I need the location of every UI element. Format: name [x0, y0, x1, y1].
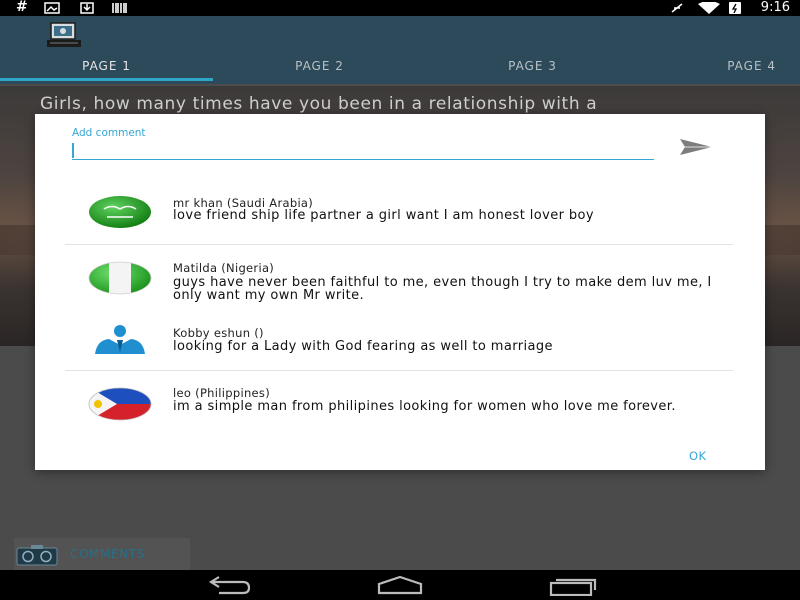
- navigation-bar: [0, 570, 800, 600]
- tab-page-4[interactable]: PAGE 4: [639, 56, 800, 84]
- nigeria-flag-icon: [88, 261, 152, 295]
- comment-text: looking for a Lady with God fearing as w…: [173, 339, 553, 354]
- back-icon[interactable]: [205, 574, 255, 596]
- airplane-mute-icon: [671, 3, 683, 13]
- home-icon[interactable]: [375, 574, 425, 596]
- barcode-icon: [112, 3, 127, 13]
- divider: [65, 370, 733, 371]
- tab-page-3[interactable]: PAGE 3: [426, 56, 639, 84]
- wifi-icon: [698, 2, 720, 14]
- ok-button[interactable]: OK: [689, 449, 707, 463]
- app-bar: PAGE 1 PAGE 2 PAGE 3 PAGE 4: [0, 16, 800, 84]
- comment-author: Kobby eshun (): [173, 326, 264, 340]
- camera-icon: [16, 545, 58, 566]
- philippines-flag-icon: [88, 387, 152, 421]
- comment-author: leo (Philippines): [173, 386, 270, 400]
- comments-dialog: Add comment mr khan (Saudi Arabia) love …: [35, 114, 765, 470]
- send-icon[interactable]: [679, 138, 713, 156]
- download-icon: [80, 2, 94, 14]
- comments-label: COMMENTS: [70, 547, 145, 561]
- text-cursor: [72, 143, 74, 158]
- hash-icon: #: [16, 0, 28, 15]
- tab-page-2[interactable]: PAGE 2: [213, 56, 426, 84]
- add-comment-label: Add comment: [72, 127, 146, 139]
- comment-author: Matilda (Nigeria): [173, 261, 275, 275]
- add-comment-input[interactable]: [72, 140, 654, 160]
- divider: [65, 244, 733, 245]
- status-bar: # 9:16: [0, 0, 800, 16]
- saudi-arabia-flag-icon: [89, 196, 151, 228]
- computer-logo-icon: [47, 22, 81, 47]
- image-notification-icon: [44, 2, 60, 14]
- recents-icon[interactable]: [548, 574, 598, 596]
- tab-indicator: [0, 78, 213, 81]
- comment-text: love friend ship life partner a girl wan…: [173, 208, 594, 223]
- clock: 9:16: [760, 0, 790, 15]
- question-headline: Girls, how many times have you been in a…: [40, 94, 598, 114]
- comment-text: guys have never been faithful to me, eve…: [173, 275, 712, 303]
- comments-button[interactable]: COMMENTS: [14, 538, 190, 570]
- person-icon: [95, 325, 145, 354]
- comment-text: im a simple man from philipines looking …: [173, 399, 676, 414]
- battery-icon: [729, 2, 741, 14]
